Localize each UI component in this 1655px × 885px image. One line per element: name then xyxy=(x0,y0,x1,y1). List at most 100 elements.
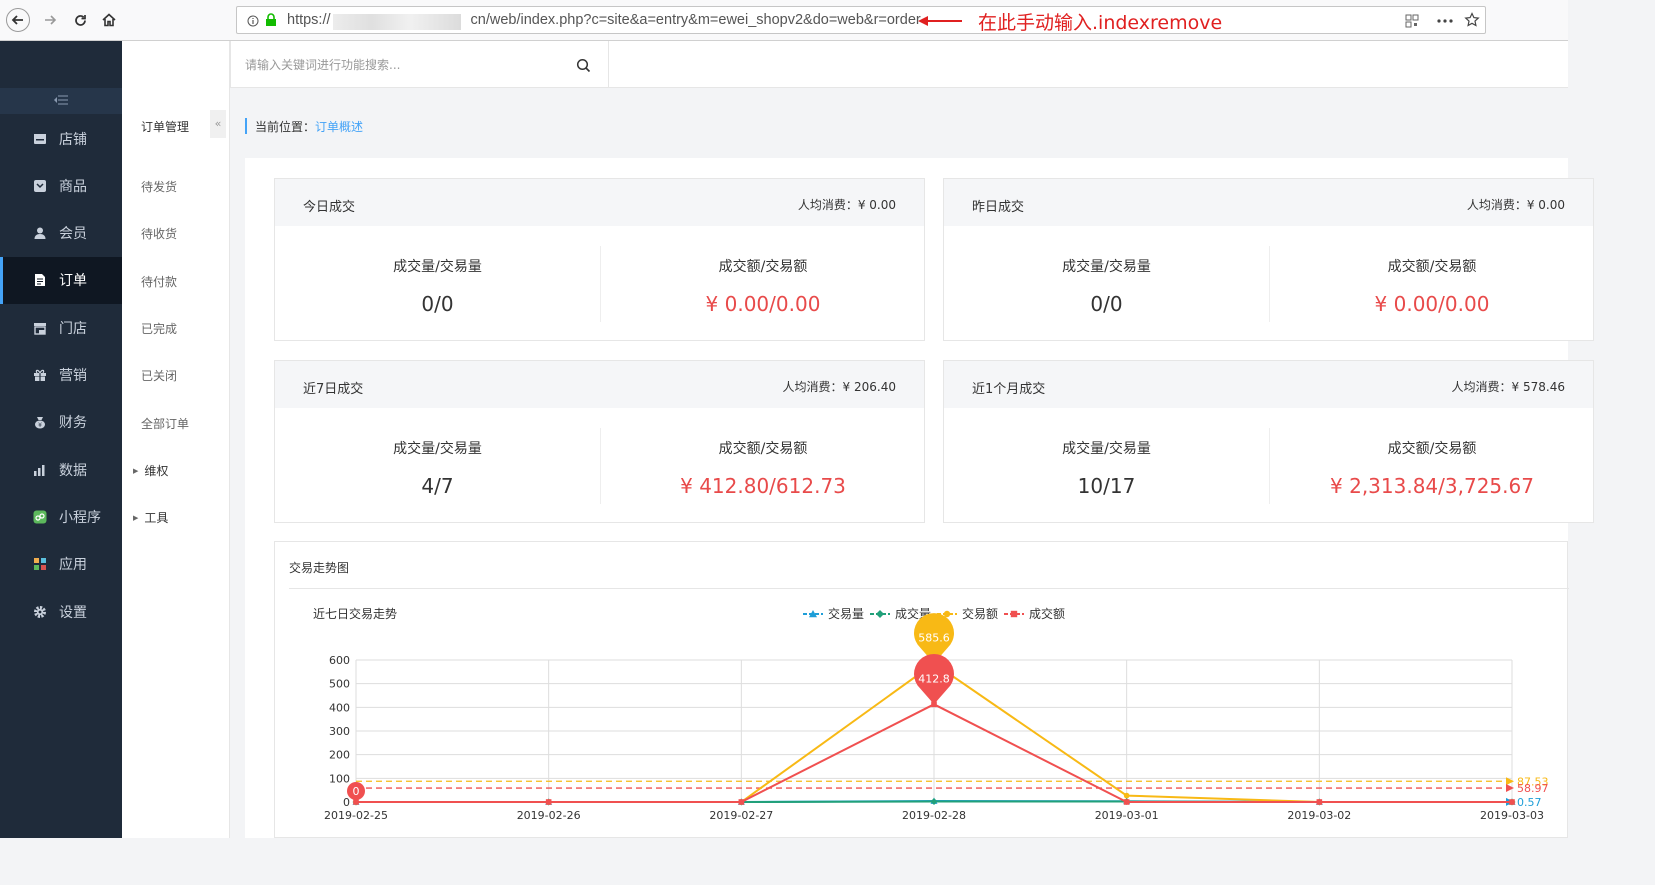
shop-icon xyxy=(34,322,46,335)
subnav-item-5[interactable]: 全部订单 xyxy=(141,415,189,432)
average-arrow xyxy=(1506,784,1514,793)
star-icon[interactable] xyxy=(1464,12,1480,28)
chart-icon xyxy=(34,464,45,476)
qr-code-icon[interactable] xyxy=(1405,14,1419,28)
data-point xyxy=(930,798,938,806)
data-point xyxy=(1316,799,1323,805)
summary-card: 昨日成交 人均消费：¥ 0.00 成交量/交易量 0/0 成交额/交易额 ¥ 0.00/0… xyxy=(943,178,1594,341)
browser-toolbar: https:// cn/web/index.php?c=site&a=entry&… xyxy=(0,0,1568,41)
y-tick-label: 100 xyxy=(329,772,350,785)
legend-label: 交易额 xyxy=(962,606,998,621)
search-icon[interactable] xyxy=(576,58,591,73)
subnav-group-0[interactable]: ▶ 维权 xyxy=(133,462,168,479)
summary-card: 今日成交 人均消费：¥ 0.00 成交量/交易量 0/0 成交额/交易额 ¥ 0.00/0… xyxy=(274,178,925,341)
redacted-host xyxy=(333,14,461,30)
card-header: 近1个月成交 人均消费：¥ 578.46 xyxy=(944,361,1593,408)
y-tick-label: 500 xyxy=(329,678,350,691)
card-average-spend: 人均消费：¥ 0.00 xyxy=(1466,198,1565,212)
count-label: 成交量/交易量 xyxy=(1062,259,1151,275)
info-icon xyxy=(247,15,259,27)
card-average-spend: 人均消费：¥ 206.40 xyxy=(782,380,896,394)
apps-icon xyxy=(34,558,46,571)
url-prefix: https:// xyxy=(287,12,331,28)
subnav-group-label: 工具 xyxy=(144,511,169,526)
more-icon[interactable] xyxy=(1437,18,1453,24)
subnav-item-0[interactable]: 待发货 xyxy=(141,178,177,195)
address-bar[interactable]: https:// cn/web/index.php?c=site&a=entry&… xyxy=(236,6,1486,34)
card-header: 今日成交 人均消费：¥ 0.00 xyxy=(275,179,924,226)
count-label: 成交量/交易量 xyxy=(393,441,482,457)
card-title: 近1个月成交 xyxy=(972,382,1046,397)
home-icon xyxy=(102,13,116,27)
sidebar-item-label: 商品 xyxy=(59,178,87,195)
x-tick-label: 2019-02-26 xyxy=(517,809,581,822)
breadcrumb-current[interactable]: 订单概述 xyxy=(315,120,363,134)
subnav-item-1[interactable]: 待收货 xyxy=(141,225,177,242)
count-label: 成交量/交易量 xyxy=(1062,441,1151,457)
subnav-item-2[interactable]: 待付款 xyxy=(141,273,177,290)
sidebar-item-label: 财务 xyxy=(59,415,87,432)
subnav-collapse-button[interactable]: « xyxy=(210,110,226,138)
data-point xyxy=(545,799,552,805)
data-point xyxy=(1123,792,1130,799)
legend-label: 交易量 xyxy=(828,606,864,621)
sidebar-item-label: 应用 xyxy=(59,557,87,574)
finance-icon: ¥ xyxy=(35,417,45,429)
x-tick-label: 2019-02-28 xyxy=(902,809,966,822)
sidebar-item-8[interactable]: 小程序 xyxy=(0,493,122,540)
arrow-left-icon xyxy=(11,15,23,25)
sidebar-item-7[interactable]: 数据 xyxy=(0,446,122,493)
amount-value: ¥ 412.80/612.73 xyxy=(680,474,846,498)
amount-label: 成交额/交易额 xyxy=(1387,259,1477,275)
legend-label: 成交额 xyxy=(1029,606,1065,621)
card-header: 近7日成交 人均消费：¥ 206.40 xyxy=(275,361,924,408)
sidebar-item-9[interactable]: 应用 xyxy=(0,541,122,588)
sidebar-item-5[interactable]: 营销 xyxy=(0,352,122,399)
sidebar-item-2[interactable]: 会员 xyxy=(0,210,122,257)
arrow-right-icon xyxy=(45,15,57,25)
sidebar-item-4[interactable]: 门店 xyxy=(0,304,122,351)
forward-button[interactable] xyxy=(38,8,62,32)
card-count-column: 成交量/交易量 0/0 xyxy=(275,226,600,342)
subnav-item-4[interactable]: 已关闭 xyxy=(141,367,177,384)
count-value: 0/0 xyxy=(421,292,454,316)
sidebar-collapse-button[interactable] xyxy=(0,88,122,114)
amount-label: 成交额/交易额 xyxy=(1387,441,1477,457)
sidebar-item-label: 数据 xyxy=(59,462,87,479)
sidebar-item-10[interactable]: 设置 xyxy=(0,588,122,635)
data-point xyxy=(1509,799,1515,805)
data-point xyxy=(353,799,359,805)
svg-text:¥: ¥ xyxy=(38,422,42,429)
legend-marker xyxy=(876,610,884,618)
sidebar-item-6[interactable]: ¥ 财务 xyxy=(0,399,122,446)
url-path: cn/web/index.php?c=site&a=entry&m=ewei_s… xyxy=(470,12,921,28)
data-point xyxy=(1123,799,1130,805)
amount-value: ¥ 2,313.84/3,725.67 xyxy=(1330,474,1534,498)
marker-pin-label: 585.6 xyxy=(918,631,950,644)
reload-button[interactable] xyxy=(68,8,92,32)
amount-value: ¥ 0.00/0.00 xyxy=(1374,292,1490,316)
amount-label: 成交额/交易额 xyxy=(718,259,808,275)
gear-icon xyxy=(34,605,46,618)
subnav-group-1[interactable]: ▶ 工具 xyxy=(133,509,168,526)
x-tick-label: 2019-03-03 xyxy=(1480,809,1544,822)
legend-marker xyxy=(1010,610,1018,618)
card-average-spend: 人均消费：¥ 0.00 xyxy=(797,198,896,212)
y-tick-label: 200 xyxy=(329,749,350,762)
sidebar-item-0[interactable]: 店铺 xyxy=(0,115,122,162)
back-button[interactable] xyxy=(6,8,30,32)
search-input[interactable] xyxy=(245,54,575,76)
x-tick-label: 2019-02-27 xyxy=(709,809,773,822)
summary-card: 近7日成交 人均消费：¥ 206.40 成交量/交易量 4/7 成交额/交易额 ¥ 412… xyxy=(274,360,925,523)
card-count-column: 成交量/交易量 10/17 xyxy=(944,408,1269,524)
sidebar-item-1[interactable]: 商品 xyxy=(0,162,122,209)
x-tick-label: 2019-03-02 xyxy=(1287,809,1351,822)
sidebar-item-label: 营销 xyxy=(59,368,87,384)
subnav-item-3[interactable]: 已完成 xyxy=(141,320,177,337)
sidebar-item-label: 门店 xyxy=(59,320,87,337)
amount-value: ¥ 0.00/0.00 xyxy=(705,292,821,316)
sidebar-item-3[interactable]: 订单 xyxy=(0,256,122,304)
home-button[interactable] xyxy=(97,8,121,32)
count-value: 4/7 xyxy=(421,474,454,498)
x-tick-label: 2019-03-01 xyxy=(1095,809,1159,822)
